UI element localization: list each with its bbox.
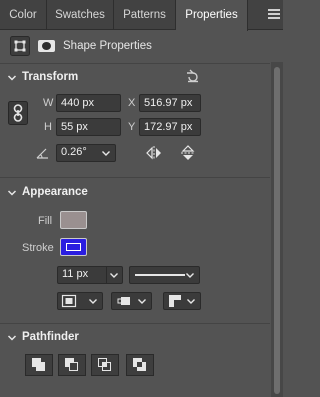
x-label: X	[128, 97, 136, 109]
stroke-color-swatch[interactable]	[60, 238, 87, 256]
y-label: Y	[128, 121, 136, 133]
section-title-appearance[interactable]: Appearance	[22, 186, 88, 198]
tab-properties[interactable]: Properties	[176, 0, 248, 31]
width-label: W	[43, 97, 54, 109]
angle-value: 0.26°	[61, 146, 87, 158]
stroke-corners-dropdown[interactable]	[163, 292, 201, 310]
link-dimensions-icon[interactable]	[8, 101, 28, 125]
chevron-down-icon[interactable]	[183, 293, 199, 309]
reset-transform-icon[interactable]	[185, 69, 201, 85]
stroke-width-field[interactable]: 11 px	[57, 266, 123, 284]
stroke-corner-icon	[168, 294, 182, 308]
section-title-transform[interactable]: Transform	[22, 71, 78, 83]
pathfinder-minus-front-button[interactable]	[58, 354, 86, 376]
tab-swatches[interactable]: Swatches	[47, 0, 114, 30]
tab-color[interactable]: Color	[0, 0, 47, 30]
scrollbar-thumb[interactable]	[274, 67, 280, 394]
x-position-field[interactable]: 516.97 px	[139, 94, 201, 112]
chevron-down-icon[interactable]	[85, 293, 101, 309]
chevron-down-icon[interactable]	[182, 267, 198, 283]
y-position-field[interactable]: 172.97 px	[139, 118, 201, 136]
shape-bounding-box-icon[interactable]	[10, 36, 30, 56]
stroke-width-value: 11 px	[62, 268, 89, 280]
solid-line-preview	[135, 274, 185, 276]
pathfinder-unite-button[interactable]	[25, 354, 53, 376]
chevron-down-icon[interactable]	[7, 73, 17, 83]
stroke-align-dropdown[interactable]	[57, 292, 103, 310]
pathfinder-exclude-button[interactable]	[126, 354, 154, 376]
panel-menu-icon[interactable]	[268, 9, 280, 19]
divider	[0, 177, 270, 178]
flip-horizontal-icon[interactable]	[145, 145, 163, 161]
shape-properties-label: Shape Properties	[63, 40, 152, 52]
fill-label: Fill	[38, 215, 53, 227]
stroke-caps-dropdown[interactable]	[111, 292, 152, 310]
height-label: H	[44, 121, 52, 133]
shape-layer-icon	[37, 36, 57, 56]
chevron-down-icon[interactable]	[7, 188, 17, 198]
section-title-pathfinder[interactable]: Pathfinder	[22, 331, 79, 343]
angle-icon	[36, 146, 50, 160]
stroke-cap-icon	[117, 294, 131, 308]
pathfinder-intersect-button[interactable]	[91, 354, 119, 376]
tab-patterns[interactable]: Patterns	[114, 0, 176, 30]
stroke-type-dropdown[interactable]	[129, 266, 200, 284]
stroke-align-inside-icon	[61, 294, 77, 308]
stroke-label: Stroke	[22, 242, 54, 254]
panel-tab-bar: Color Swatches Patterns Properties	[0, 0, 283, 31]
panel-scrollbar[interactable]	[271, 62, 283, 397]
stroke-preview	[66, 243, 81, 251]
fill-color-swatch[interactable]	[60, 211, 87, 229]
divider	[0, 323, 270, 324]
height-field[interactable]: 55 px	[56, 118, 121, 136]
divider	[0, 63, 270, 64]
chevron-down-icon[interactable]	[98, 145, 114, 161]
angle-field[interactable]: 0.26°	[56, 144, 116, 162]
chevron-down-icon[interactable]	[7, 333, 17, 343]
chevron-down-icon[interactable]	[106, 267, 122, 283]
chevron-down-icon[interactable]	[134, 293, 150, 309]
width-field[interactable]: 440 px	[56, 94, 121, 112]
flip-vertical-icon[interactable]	[180, 144, 196, 162]
